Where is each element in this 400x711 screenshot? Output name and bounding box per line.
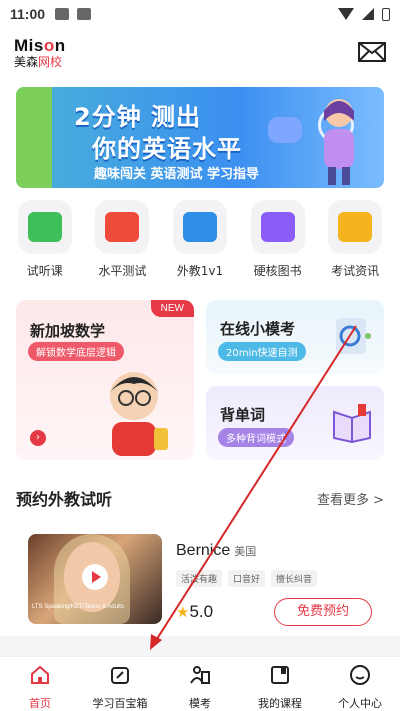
app-logo: Mison 美森网校 <box>14 35 66 69</box>
banner-subtitle: 趣味闯关 英语测试 学习指导 <box>94 167 260 182</box>
section-header: 预约外教试听 查看更多 > <box>16 486 384 510</box>
boy-illustration <box>110 372 168 456</box>
play-icon[interactable] <box>82 564 108 590</box>
card-singapore-math[interactable]: NEW 新加坡数学 解锁数学底层逻辑 › <box>16 300 194 460</box>
top-bar: Mison 美森网校 <box>0 28 400 76</box>
section-title: 预约外教试听 <box>16 490 113 509</box>
card-mock-exam[interactable]: 在线小模考 20min快速自测 <box>206 300 384 374</box>
card-subtitle: 20min快速自测 <box>218 342 306 361</box>
free-booking-button[interactable]: 免费预约 <box>274 598 372 626</box>
wifi-icon <box>338 8 354 20</box>
see-more-link[interactable]: 查看更多 > <box>317 489 384 508</box>
my-courses-icon <box>271 666 289 684</box>
chat-bubble-icon <box>268 117 302 143</box>
status-bar: 11:00 <box>0 0 400 28</box>
notification-icon <box>77 8 92 20</box>
tab-my-courses[interactable]: 我的课程 <box>240 657 320 711</box>
quick-entry-tutor[interactable]: 外教1v1 <box>165 200 235 279</box>
news-icon <box>328 200 383 254</box>
trial-class-icon <box>17 200 72 254</box>
signal-icon <box>362 8 374 20</box>
promo-banner[interactable]: 2分钟 测出 你的英语水平 趣味闯关 英语测试 学习指导 <box>16 87 384 188</box>
star-icon: ★ <box>176 604 190 621</box>
teacher-tags: 活泼有趣 口音好 擅长纠音 <box>176 570 318 587</box>
mail-icon[interactable] <box>358 42 386 62</box>
teacher-rating: ★5.0 <box>176 602 214 621</box>
bottom-tab-bar: 首页 学习百宝箱 模考 我的课程 个人中心 <box>0 656 400 711</box>
tag: 活泼有趣 <box>176 570 223 587</box>
teacher-video-thumbnail[interactable]: LTS Speaking/KET/Teens & Adults <box>28 534 162 624</box>
level-test-icon <box>95 200 150 254</box>
tutor-icon <box>172 200 227 254</box>
banner-title-line1: 2分钟 测出 <box>74 103 202 131</box>
banner-prev-slide <box>16 87 52 188</box>
tag: 口音好 <box>228 570 266 587</box>
quick-entry-books[interactable]: 硬核图书 <box>243 200 313 279</box>
card-title: 新加坡数学 <box>30 322 106 340</box>
profile-icon <box>350 665 370 685</box>
tab-profile[interactable]: 个人中心 <box>320 657 400 711</box>
new-badge: NEW <box>150 300 194 317</box>
battery-icon <box>382 7 390 21</box>
chevron-right-icon: › <box>30 430 46 446</box>
teacher-country: 美国 <box>234 546 257 558</box>
home-icon <box>31 665 49 684</box>
feature-cards: NEW 新加坡数学 解锁数学底层逻辑 › 在线小模考 20min快速自测 背单词… <box>16 300 384 460</box>
mock-exam-icon <box>190 666 210 684</box>
banner-title-line2: 你的英语水平 <box>92 135 242 163</box>
photo-caption: LTS Speaking/KET/Teens & Adults <box>32 604 124 610</box>
card-vocabulary[interactable]: 背单词 多种背词模式 <box>206 386 384 460</box>
toolbox-icon <box>111 667 129 684</box>
quick-entry-news[interactable]: 考试资讯 <box>320 200 390 279</box>
teacher-name: Bernice 美国 <box>176 542 257 559</box>
exam-paper-icon <box>336 318 371 354</box>
card-subtitle: 解锁数学底层逻辑 <box>28 342 124 361</box>
quick-entry-trial-class[interactable]: 试听课 <box>10 200 80 279</box>
quick-entry-level-test[interactable]: 水平测试 <box>87 200 157 279</box>
books-icon <box>250 200 305 254</box>
tag: 擅长纠音 <box>271 570 318 587</box>
teacher-card[interactable]: LTS Speaking/KET/Teens & Adults Bernice 美… <box>16 526 384 632</box>
tab-home[interactable]: 首页 <box>0 657 80 711</box>
card-title: 背单词 <box>220 406 266 424</box>
girl-illustration <box>324 99 354 185</box>
tab-toolbox[interactable]: 学习百宝箱 <box>80 657 160 711</box>
gallery-icon <box>55 8 70 20</box>
tab-mock-exam[interactable]: 模考 <box>160 657 240 711</box>
card-title: 在线小模考 <box>220 320 296 338</box>
open-book-icon <box>333 404 371 444</box>
status-time: 11:00 <box>10 6 46 22</box>
card-subtitle: 多种背词模式 <box>218 428 294 447</box>
quick-entry-row: 试听课 水平测试 外教1v1 硬核图书 考试资讯 <box>0 200 400 279</box>
